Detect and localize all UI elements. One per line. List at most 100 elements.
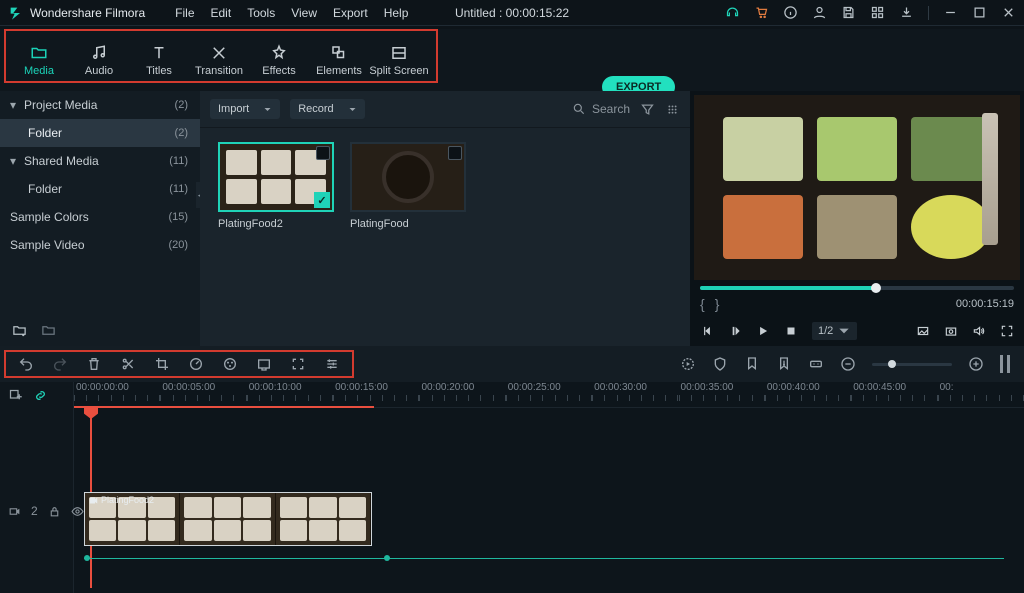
grater-prop [982, 113, 998, 245]
green-screen-icon[interactable] [256, 356, 272, 372]
quality-icon[interactable] [916, 324, 930, 338]
snapshot-icon[interactable] [944, 324, 958, 338]
volume-icon[interactable] [972, 324, 986, 338]
clip-thumb-2[interactable]: PlatingFood [350, 142, 466, 230]
marker-icon[interactable] [744, 356, 760, 372]
check-icon: ✓ [314, 192, 330, 208]
undo-icon[interactable] [18, 356, 34, 372]
sidebar-bottom-tools [0, 315, 200, 346]
clip-name: PlatingFood2 [218, 218, 334, 230]
edit-tools-highlight [4, 350, 354, 378]
folder-icon[interactable] [41, 323, 56, 338]
color-icon[interactable] [222, 356, 238, 372]
menu-edit[interactable]: Edit [211, 6, 232, 20]
prev-frame-icon[interactable] [700, 324, 714, 338]
tab-media[interactable]: Media [9, 44, 69, 81]
menu-export[interactable]: Export [333, 6, 368, 20]
fit-zoom-icon[interactable] [1000, 355, 1010, 373]
document-title: Untitled : 00:00:15:22 [455, 6, 569, 20]
sidebar-item-shared-media[interactable]: ▾Shared Media(11) [0, 147, 200, 175]
sidebar-item-sample-colors[interactable]: Sample Colors(15) [0, 203, 200, 231]
save-icon[interactable] [841, 5, 856, 20]
info-icon[interactable] [783, 5, 798, 20]
tab-transition[interactable]: Transition [189, 44, 249, 81]
close-icon[interactable] [1001, 5, 1016, 20]
video-track[interactable]: PlatingFood2 [74, 492, 1024, 546]
link-icon[interactable] [33, 388, 48, 403]
browser-toolbar: Import Record Search [200, 91, 690, 128]
tab-titles[interactable]: Titles [129, 44, 189, 81]
filmora-logo-icon [8, 5, 24, 21]
timeline-right-tools [680, 355, 1024, 373]
step-back-icon[interactable] [728, 324, 742, 338]
tab-elements[interactable]: Elements [309, 44, 369, 81]
new-folder-icon[interactable] [12, 323, 27, 338]
menu-view[interactable]: View [291, 6, 317, 20]
maximize-icon[interactable] [972, 5, 987, 20]
cart-icon[interactable] [754, 5, 769, 20]
track-number: 2 [31, 504, 38, 518]
media-browser: Import Record Search ✓ PlatingFood2 Plat… [200, 91, 690, 346]
delete-icon[interactable] [86, 356, 102, 372]
minimize-icon[interactable] [943, 5, 958, 20]
film-badge-icon [316, 146, 330, 160]
search-field[interactable]: Search [572, 102, 630, 116]
preview-timecode: 00:00:15:19 [956, 298, 1014, 310]
mark-out-icon[interactable]: } [715, 296, 720, 312]
main-menu: File Edit Tools View Export Help [175, 6, 408, 20]
menu-tools[interactable]: Tools [247, 6, 275, 20]
clip-video-icon [89, 496, 98, 505]
sidebar-item-sample-video[interactable]: Sample Video(20) [0, 231, 200, 259]
timeline-zoom-slider[interactable] [872, 363, 952, 366]
app-name: Wondershare Filmora [30, 6, 145, 20]
record-dropdown[interactable]: Record [290, 99, 364, 119]
marker-shield-icon[interactable] [712, 356, 728, 372]
menu-file[interactable]: File [175, 6, 194, 20]
audio-track[interactable] [84, 552, 1004, 566]
headset-icon[interactable] [725, 5, 740, 20]
grid-view-icon[interactable] [665, 102, 680, 117]
keyframe-icon[interactable] [808, 356, 824, 372]
preview-scrubber[interactable] [700, 286, 1014, 290]
zoom-in-icon[interactable] [968, 356, 984, 372]
zoom-out-icon[interactable] [840, 356, 856, 372]
mark-in-icon[interactable]: { [700, 296, 705, 312]
titlebar: Wondershare Filmora File Edit Tools View… [0, 0, 1024, 26]
filter-icon[interactable] [640, 102, 655, 117]
crop-icon[interactable] [154, 356, 170, 372]
tab-audio[interactable]: Audio [69, 44, 129, 81]
split-icon[interactable] [120, 356, 136, 372]
speed-icon[interactable] [188, 356, 204, 372]
sidebar-item-folder-1[interactable]: Folder(2) [0, 119, 200, 147]
grid-icon[interactable] [870, 5, 885, 20]
video-track-icon [8, 505, 21, 518]
import-dropdown[interactable]: Import [210, 99, 280, 119]
redo-icon[interactable] [52, 356, 68, 372]
download-icon[interactable] [899, 5, 914, 20]
chevron-down-icon [837, 324, 851, 338]
preview-viewport[interactable] [694, 95, 1020, 280]
play-icon[interactable] [756, 324, 770, 338]
render-icon[interactable] [680, 356, 696, 372]
clip-thumb-1[interactable]: ✓ PlatingFood2 [218, 142, 334, 230]
tab-split-screen[interactable]: Split Screen [369, 44, 429, 81]
lock-icon[interactable] [48, 505, 61, 518]
adjust-icon[interactable] [324, 356, 340, 372]
expand-icon[interactable] [290, 356, 306, 372]
audio-marker-icon[interactable] [776, 356, 792, 372]
timeline-ruler[interactable]: 00:00:00:0000:00:05:0000:00:10:0000:00:1… [74, 382, 1024, 408]
main-area: ▾Project Media(2) Folder(2) ▾Shared Medi… [0, 91, 1024, 346]
add-track-icon[interactable] [8, 388, 23, 403]
account-icon[interactable] [812, 5, 827, 20]
fullscreen-icon[interactable] [1000, 324, 1014, 338]
sidebar-item-project-media[interactable]: ▾Project Media(2) [0, 91, 200, 119]
tab-effects[interactable]: Effects [249, 44, 309, 81]
clip-name: PlatingFood [350, 218, 466, 230]
menu-help[interactable]: Help [384, 6, 409, 20]
timeline-clip[interactable]: PlatingFood2 [84, 492, 372, 546]
timeline: 2 00:00:00:0000:00:05:0000:00:10:0000:00… [0, 382, 1024, 593]
preview-zoom-dropdown[interactable]: 1/2 [812, 322, 857, 340]
sidebar-item-folder-2[interactable]: Folder(11) [0, 175, 200, 203]
stop-icon[interactable] [784, 324, 798, 338]
separator [928, 6, 929, 20]
